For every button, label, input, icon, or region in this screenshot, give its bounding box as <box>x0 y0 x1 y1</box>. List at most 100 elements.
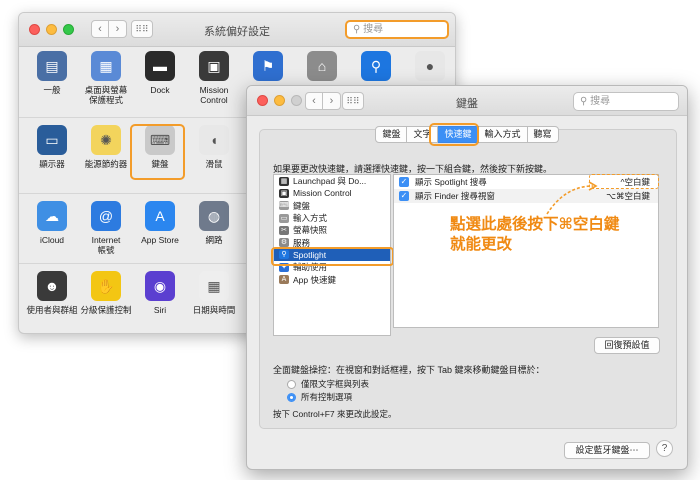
annotation-arrow-icon <box>546 181 598 215</box>
search-placeholder: 搜尋 <box>363 24 384 35</box>
radio-label: 僅限文字框與列表 <box>301 379 370 389</box>
pref-item-language[interactable]: ⚑ <box>238 51 298 85</box>
search-input[interactable]: ⚲ 搜尋 <box>573 92 679 111</box>
icloud-icon: ☁ <box>37 201 67 231</box>
shortcut-key[interactable]: ⌥⌘空白鍵 <box>606 190 650 202</box>
siri-icon: ◉ <box>145 271 175 301</box>
category-label: 輸入方式 <box>293 213 328 224</box>
minimize-icon[interactable] <box>274 95 285 106</box>
pref-item-network[interactable]: ◍ 網路 <box>184 201 244 245</box>
pref-item-dock[interactable]: ▬ Dock <box>130 51 190 95</box>
shortcut-label: 顯示 Finder 搜尋視窗 <box>415 191 495 201</box>
back-button[interactable]: ‹ <box>91 20 109 38</box>
shortcut-row[interactable]: ✓ 顯示 Finder 搜尋視窗 ⌥⌘空白鍵 <box>394 189 658 203</box>
show-all-button[interactable]: ⠿⠿ <box>342 92 364 110</box>
pref-item-notifications[interactable]: ● <box>400 51 455 85</box>
spotlight-icon: ⚲ <box>361 51 391 81</box>
pref-item-siri[interactable]: ◉ Siri <box>130 271 190 315</box>
shortcut-checkbox[interactable]: ✓ <box>399 191 409 201</box>
close-icon[interactable] <box>257 95 268 106</box>
general-icon: ▤ <box>37 51 67 81</box>
pref-item-label: Internet 帳號 <box>91 235 121 255</box>
setup-bluetooth-keyboard-button[interactable]: 設定藍牙鍵盤⋯ <box>564 442 650 459</box>
pref-item-label: iCloud <box>39 235 65 245</box>
show-all-button[interactable]: ⠿⠿ <box>131 20 153 38</box>
forward-button[interactable]: › <box>109 20 127 38</box>
users-icon: ☻ <box>37 271 67 301</box>
hint-text: 按下 Control+F7 來更改此設定。 <box>273 409 397 419</box>
radio-option[interactable]: 僅限文字框與列表 <box>287 378 369 390</box>
category-item[interactable]: A App 快速鍵 <box>274 273 390 285</box>
zoom-icon[interactable] <box>291 95 302 106</box>
forward-button[interactable]: › <box>323 92 341 110</box>
pref-item-display[interactable]: ▭ 顯示器 <box>22 125 82 169</box>
category-label: Mission Control <box>293 188 352 199</box>
input-sources-icon: ▭ <box>279 213 289 223</box>
category-item[interactable]: ▭ 輸入方式 <box>274 212 390 224</box>
pref-item-label: 日期與時間 <box>192 305 236 315</box>
spotlight-highlight <box>271 247 394 266</box>
restore-defaults-button[interactable]: 回復預設值 <box>594 337 660 354</box>
full-keyboard-access-label: 全面鍵盤操控：在視窗和對話框裡，按下 Tab 鍵來移動鍵盤目標於： <box>273 365 545 375</box>
pref-item-label: Mission Control <box>199 85 229 105</box>
pref-item-label: 分級保護控制 <box>80 305 132 315</box>
services-icon: ⚙ <box>279 238 289 248</box>
category-label: 鍵盤 <box>293 200 311 211</box>
shortcut-label: 顯示 Spotlight 搜尋 <box>415 177 487 187</box>
pref-item-spotlight[interactable]: ⚲ <box>346 51 406 85</box>
category-label: Launchpad 與 Do... <box>293 176 367 187</box>
category-label: App 快速鍵 <box>293 274 336 285</box>
close-icon[interactable] <box>29 24 40 35</box>
pref-item-internet-accounts[interactable]: @ Internet 帳號 <box>76 201 136 255</box>
titlebar: ‹ › ⠿⠿ 系統偏好設定 ⚲ 搜尋 <box>19 13 455 47</box>
radio-option[interactable]: 所有控制選項 <box>287 391 352 403</box>
tab-3[interactable]: 輸入方式 <box>478 126 528 143</box>
back-button[interactable]: ‹ <box>305 92 323 110</box>
parental-controls-icon: ✋ <box>91 271 121 301</box>
tab-4[interactable]: 聽寫 <box>527 126 559 143</box>
pref-item-label: Siri <box>153 305 167 315</box>
internet-accounts-icon: @ <box>91 201 121 231</box>
help-button[interactable]: ? <box>656 440 673 457</box>
security-icon: ⌂ <box>307 51 337 81</box>
pref-item-icloud[interactable]: ☁ iCloud <box>22 201 82 245</box>
pref-item-general[interactable]: ▤ 一般 <box>22 51 82 95</box>
notifications-icon: ● <box>415 51 445 81</box>
screenshot-icon: ✂ <box>279 225 289 235</box>
pref-item-app-store[interactable]: A App Store <box>130 201 190 245</box>
pref-item-mouse[interactable]: ◖ 滑鼠 <box>184 125 244 169</box>
minimize-icon[interactable] <box>46 24 57 35</box>
pref-item-label: 網路 <box>205 235 223 245</box>
category-item[interactable]: ▣ Mission Control <box>274 187 390 199</box>
category-item[interactable]: ⌨ 鍵盤 <box>274 200 390 212</box>
energy-icon: ✺ <box>91 125 121 155</box>
tab-0[interactable]: 鍵盤 <box>375 126 408 143</box>
pref-item-energy[interactable]: ✺ 能源節約器 <box>76 125 136 169</box>
radio-button[interactable] <box>287 392 296 402</box>
pref-item-label: 使用者與群組 <box>26 305 78 315</box>
radio-label: 所有控制選項 <box>301 392 353 402</box>
pref-item-date-time[interactable]: ▦ 日期與時間 <box>184 271 244 315</box>
radio-button[interactable] <box>287 379 296 389</box>
category-item[interactable]: ▦ Launchpad 與 Do... <box>274 175 390 187</box>
pref-item-label: 能源節約器 <box>84 159 128 169</box>
desktop-icon: ▦ <box>91 51 121 81</box>
pref-item-desktop[interactable]: ▦ 桌面與螢幕 保護程式 <box>76 51 136 105</box>
language-icon: ⚑ <box>253 51 283 81</box>
pref-item-mission-control[interactable]: ▣ Mission Control <box>184 51 244 105</box>
pref-item-parental-controls[interactable]: ✋ 分級保護控制 <box>76 271 136 315</box>
shortcut-checkbox[interactable]: ✓ <box>399 177 409 187</box>
pref-item-security[interactable]: ⌂ <box>292 51 352 85</box>
pref-item-users[interactable]: ☻ 使用者與群組 <box>22 271 82 315</box>
category-item[interactable]: ✂ 螢幕快照 <box>274 224 390 236</box>
date-time-icon: ▦ <box>199 271 229 301</box>
annotation-text: 點選此處後按下⌘空白鍵 就能更改 <box>450 216 620 253</box>
pref-item-label: 一般 <box>43 85 61 95</box>
tab-highlight <box>429 123 479 146</box>
zoom-icon[interactable] <box>63 24 74 35</box>
keyboard-window: ‹ › ⠿⠿ 鍵盤 ⚲ 搜尋 鍵盤 文字 快速鍵 輸入方式 聽寫 如果要更改快速鍵，請選… <box>246 85 688 470</box>
keyboard-icon: ⌨ <box>279 201 290 211</box>
search-input[interactable]: ⚲ 搜尋 <box>345 20 449 39</box>
mission-control-icon: ▣ <box>199 51 229 81</box>
window-controls <box>257 95 302 106</box>
